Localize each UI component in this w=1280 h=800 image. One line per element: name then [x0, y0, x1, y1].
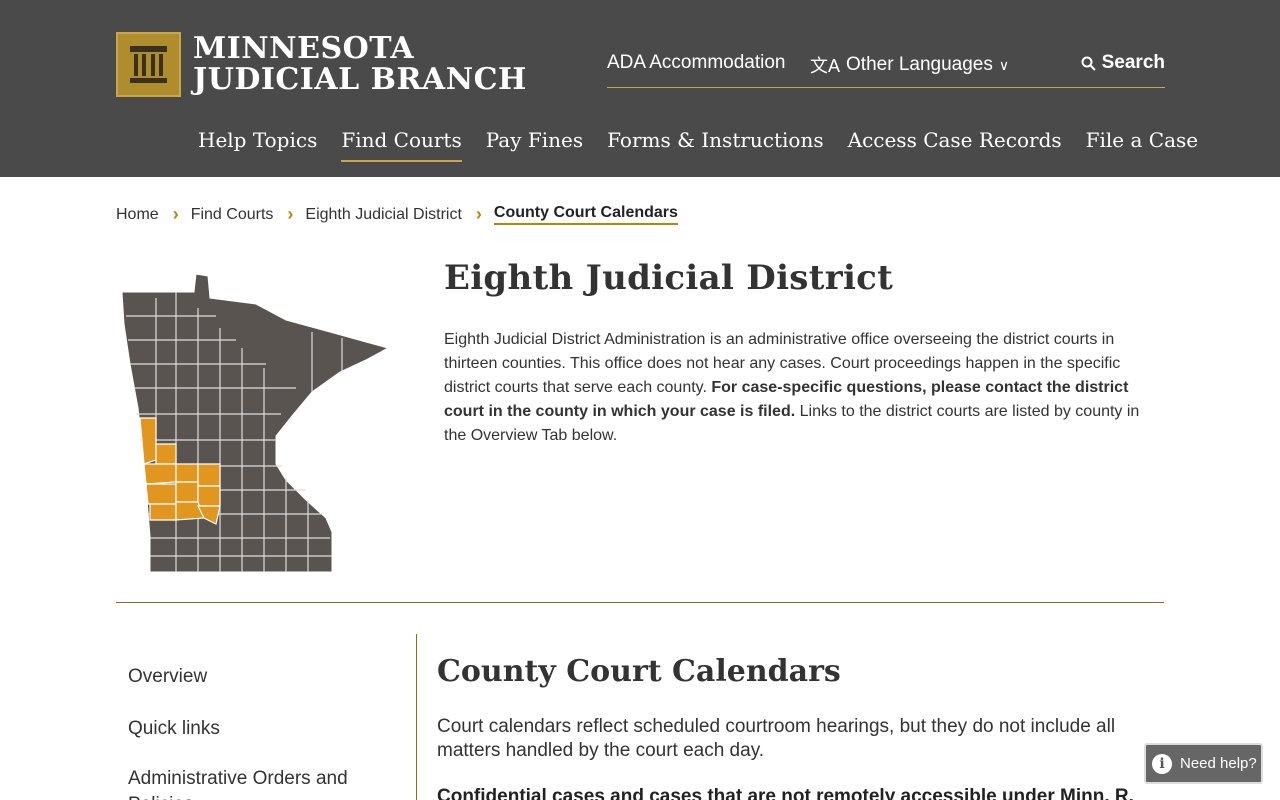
- breadcrumb-eighth-district[interactable]: Eighth Judicial District: [305, 206, 462, 224]
- nav-forms-instructions[interactable]: Forms & Instructions: [607, 128, 823, 162]
- main-description: Court calendars reflect scheduled courtr…: [437, 716, 1116, 761]
- other-languages-label: Other Languages: [846, 54, 993, 75]
- need-help-button[interactable]: i Need help?: [1144, 743, 1263, 784]
- sidenav-item-admin-orders[interactable]: Administrative Orders and Policies: [128, 766, 408, 800]
- translate-icon: 文A: [810, 56, 841, 76]
- breadcrumb-find-courts[interactable]: Find Courts: [191, 206, 274, 224]
- district-map-image: [121, 273, 390, 573]
- chevron-down-icon: ∨: [998, 56, 1010, 73]
- search-icon: [1081, 56, 1096, 71]
- main-nav: Help Topics Find Courts Pay Fines Forms …: [198, 128, 1198, 162]
- district-description: Eighth Judicial District Administration …: [444, 328, 1164, 448]
- nav-pay-fines[interactable]: Pay Fines: [486, 128, 583, 162]
- main-bold-text: Confidential cases and cases that are no…: [437, 786, 1134, 800]
- nav-access-case-records[interactable]: Access Case Records: [848, 128, 1062, 162]
- nav-file-a-case[interactable]: File a Case: [1086, 128, 1198, 162]
- need-help-label: Need help?: [1180, 755, 1257, 772]
- search-button[interactable]: Search: [1081, 52, 1165, 74]
- chevron-right-icon: ›: [172, 204, 179, 224]
- site-header: MINNESOTA JUDICIAL BRANCH ADA Accommodat…: [0, 0, 1280, 177]
- other-languages-dropdown[interactable]: 文A Other Languages ∨: [810, 52, 1009, 78]
- ada-accommodation-link[interactable]: ADA Accommodation: [607, 52, 785, 74]
- breadcrumb-home[interactable]: Home: [116, 206, 159, 224]
- site-logo-text[interactable]: MINNESOTA JUDICIAL BRANCH: [193, 33, 527, 95]
- section-divider: [116, 602, 1164, 603]
- logo-line-1: MINNESOTA: [193, 31, 415, 66]
- sidenav-item-overview[interactable]: Overview: [128, 662, 408, 714]
- search-label: Search: [1101, 52, 1165, 73]
- logo-line-2: JUDICIAL BRANCH: [193, 62, 527, 97]
- chevron-right-icon: ›: [475, 204, 482, 224]
- chevron-right-icon: ›: [287, 204, 294, 224]
- logo-icon[interactable]: [116, 32, 181, 97]
- utility-bar: ADA Accommodation 文A Other Languages ∨ S…: [607, 50, 1165, 88]
- sidenav-divider: [416, 634, 417, 800]
- side-nav: Overview Quick links Administrative Orde…: [128, 662, 408, 800]
- main-title: County Court Calendars: [437, 654, 841, 689]
- nav-find-courts[interactable]: Find Courts: [341, 128, 462, 162]
- info-icon: i: [1152, 753, 1172, 774]
- sidenav-item-quick-links[interactable]: Quick links: [128, 714, 408, 766]
- nav-help-topics[interactable]: Help Topics: [198, 128, 317, 162]
- breadcrumb: Home › Find Courts › Eighth Judicial Dis…: [116, 204, 678, 225]
- breadcrumb-current: County Court Calendars: [493, 204, 678, 225]
- district-title: Eighth Judicial District: [444, 258, 894, 298]
